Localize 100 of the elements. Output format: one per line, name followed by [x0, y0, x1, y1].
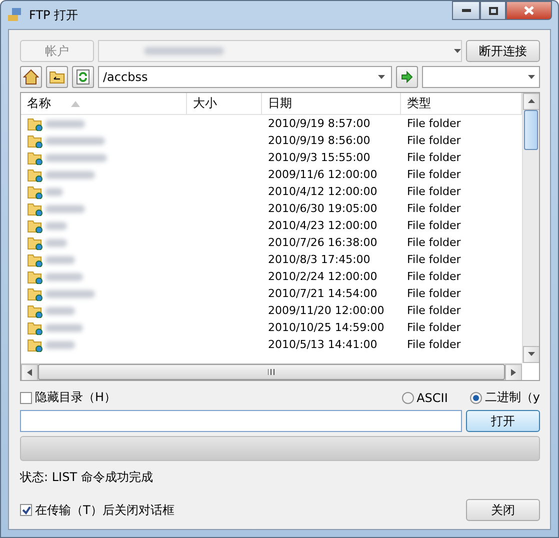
- up-arrow-icon: [528, 99, 535, 104]
- checkbox[interactable]: [20, 392, 32, 404]
- close-icon: [524, 6, 534, 15]
- date-cell-text: 2009/11/20 12:00:00: [267, 304, 386, 317]
- type-cell-text: File folder: [406, 168, 462, 181]
- blurred-name: [45, 136, 105, 144]
- up-folder-button[interactable]: [46, 66, 68, 88]
- blurred-name: [45, 324, 83, 332]
- status-text: 状态: LIST 命令成功完成: [20, 469, 154, 486]
- folder-icon: [27, 184, 43, 198]
- dropdown-arrow-icon: [454, 48, 461, 54]
- date-cell-text: 2010/9/3 15:55:00: [267, 151, 372, 164]
- scroll-up-button[interactable]: [523, 93, 539, 110]
- type-cell-text: File folder: [406, 134, 462, 147]
- grip-icon: [268, 369, 275, 375]
- blurred-name: [45, 120, 85, 128]
- minimize-icon: [462, 9, 470, 12]
- left-arrow-icon: [27, 369, 32, 376]
- house-icon: [23, 69, 39, 85]
- folder-icon: [27, 116, 43, 130]
- type-cell-text: File folder: [406, 270, 462, 283]
- folder-icon: [27, 320, 43, 334]
- blurred-name: [45, 170, 95, 178]
- scroll-thumb[interactable]: [524, 110, 538, 150]
- close-dialog-button[interactable]: 关闭: [466, 499, 540, 521]
- maximize-icon: [488, 6, 498, 14]
- right-arrow-icon: [401, 71, 413, 83]
- dropdown-arrow-icon: [528, 74, 535, 80]
- checkbox-label[interactable]: 在传输（T）后关闭对话框: [35, 502, 174, 518]
- maximize-button[interactable]: [480, 1, 506, 20]
- down-arrow-icon: [528, 352, 535, 357]
- blurred-name: [45, 154, 107, 162]
- date-cell-text: 2010/5/13 14:41:00: [267, 338, 378, 351]
- date-cell-text: 2010/6/30 19:05:00: [267, 202, 378, 215]
- folder-up-icon: [49, 70, 65, 84]
- column-header[interactable]: 大小: [187, 93, 262, 115]
- right-arrow-icon: [511, 369, 516, 376]
- window-title: FTP 打开: [29, 6, 80, 24]
- path-dropdown[interactable]: /accbss: [98, 66, 392, 88]
- type-cell-text: File folder: [406, 185, 462, 198]
- column-header[interactable]: 类型: [401, 93, 522, 115]
- date-cell-text: 2010/10/25 14:59:00: [267, 321, 386, 334]
- blurred-name: [45, 222, 67, 230]
- minimize-button[interactable]: [452, 1, 480, 20]
- type-cell-text: File folder: [406, 338, 462, 351]
- date-cell-text: 2010/4/23 12:00:00: [267, 219, 378, 232]
- radio-button[interactable]: [402, 392, 414, 404]
- refresh-icon: [76, 69, 90, 85]
- type-cell-text: File folder: [406, 304, 462, 317]
- blurred-name: [45, 340, 75, 348]
- filename-input[interactable]: [20, 410, 462, 432]
- checkbox[interactable]: [20, 504, 32, 516]
- close-button[interactable]: [506, 1, 552, 20]
- type-cell-text: File folder: [406, 202, 462, 215]
- go-button[interactable]: [396, 66, 418, 88]
- folder-icon: [27, 236, 43, 250]
- folder-icon: [27, 286, 43, 300]
- date-cell-text: 2010/2/24 12:00:00: [267, 270, 378, 283]
- column-header[interactable]: 日期: [262, 93, 401, 115]
- type-cell-text: File folder: [406, 287, 462, 300]
- date-cell-text: 2010/9/19 8:56:00: [267, 134, 372, 147]
- type-cell-text: File folder: [406, 117, 462, 130]
- folder-icon: [27, 150, 43, 164]
- blurred-name: [45, 306, 75, 314]
- folder-icon: [27, 134, 43, 148]
- blurred-name: [45, 290, 95, 298]
- date-cell-text: 2010/7/21 14:54:00: [267, 287, 378, 300]
- date-cell-text: 2009/11/6 12:00:00: [267, 168, 378, 181]
- type-cell-text: File folder: [406, 151, 462, 164]
- checkbox-label[interactable]: 隐藏目录（H）: [35, 389, 116, 406]
- checkmark-icon: [22, 506, 30, 514]
- scroll-down-button[interactable]: [523, 346, 539, 363]
- type-cell-text: File folder: [406, 236, 462, 249]
- scroll-right-button[interactable]: [505, 364, 522, 380]
- date-cell-text: 2010/9/19 8:57:00: [267, 117, 372, 130]
- folder-icon: [27, 202, 43, 216]
- blurred-name: [45, 256, 75, 264]
- folder-icon: [27, 304, 43, 318]
- type-cell-text: File folder: [406, 219, 462, 232]
- blurred-name: [45, 188, 63, 196]
- sort-arrow-icon: [71, 100, 80, 106]
- column-header[interactable]: 名称: [21, 93, 187, 115]
- folder-icon: [27, 218, 43, 232]
- type-cell-text: File folder: [406, 253, 462, 266]
- blurred-name: [45, 238, 67, 246]
- blurred-name: [45, 272, 83, 280]
- folder-icon: [27, 338, 43, 352]
- disconnect-button[interactable]: 断开连接: [466, 40, 540, 62]
- radio-label[interactable]: 二进制（y: [484, 389, 540, 406]
- blurred-name: [45, 204, 85, 212]
- open-button[interactable]: 打开: [466, 410, 540, 432]
- folder-icon: [27, 270, 43, 284]
- refresh-button[interactable]: [72, 66, 94, 88]
- radio-label[interactable]: ASCII: [416, 390, 448, 404]
- scroll-left-button[interactable]: [21, 364, 38, 380]
- vertical-scrollbar[interactable]: [522, 93, 539, 363]
- home-button[interactable]: [20, 66, 42, 88]
- type-cell-text: File folder: [406, 321, 462, 334]
- dropdown-arrow-icon: [378, 74, 385, 80]
- radio-button[interactable]: [470, 392, 482, 404]
